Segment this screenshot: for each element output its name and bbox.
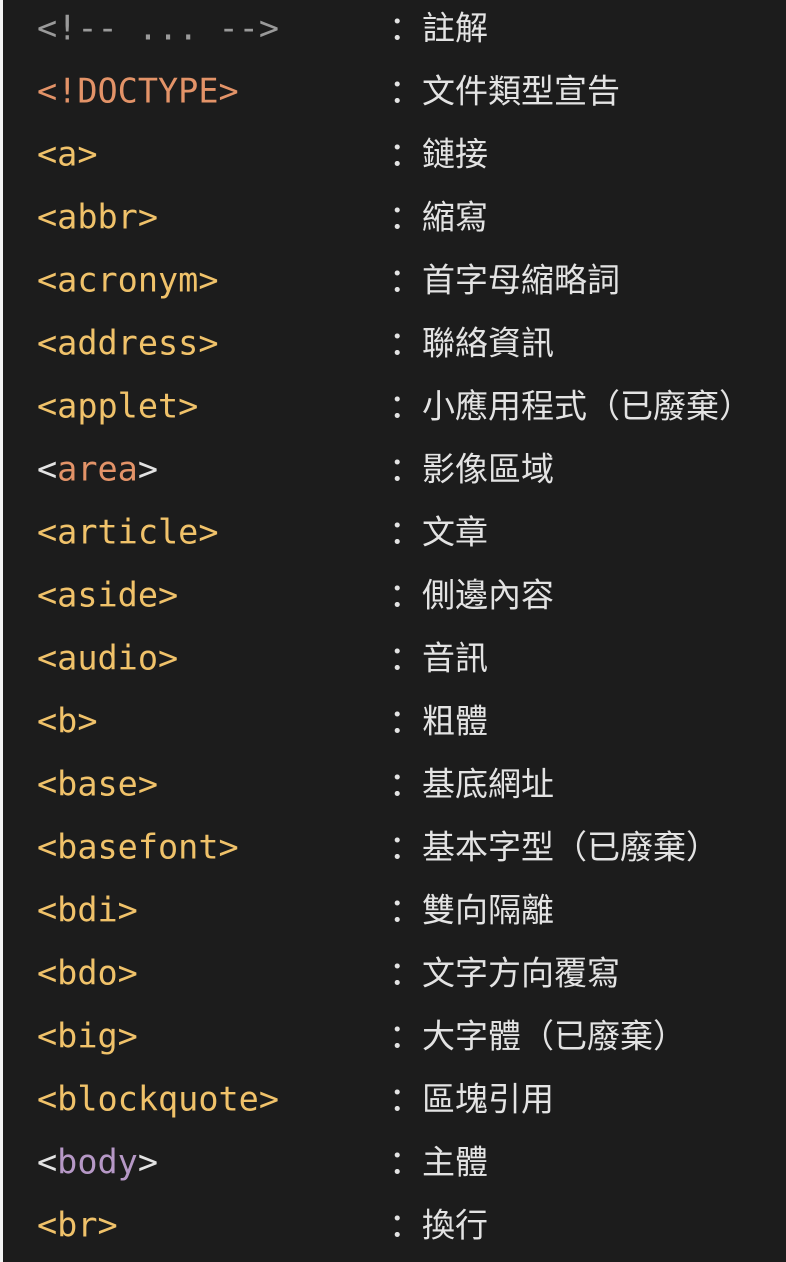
description: ：主體 bbox=[389, 1142, 488, 1181]
tag-body: <body> bbox=[37, 1145, 158, 1179]
list-item-base: <base> ：基底網址 bbox=[3, 752, 786, 815]
tag-area: <area> bbox=[37, 452, 158, 486]
description: ：聯絡資訊 bbox=[389, 323, 554, 362]
list-item-abbr: <abbr> ：縮寫 bbox=[3, 185, 786, 248]
description: ：影像區域 bbox=[389, 449, 554, 488]
list-item-article: <article> ：文章 bbox=[3, 500, 786, 563]
tag-a: <a> bbox=[37, 133, 98, 173]
tag-br: <br> bbox=[37, 1204, 118, 1244]
description: ：文章 bbox=[389, 512, 488, 551]
list-item-applet: <applet> ：小應用程式（已廢棄） bbox=[3, 374, 786, 437]
list-item-bdo: <bdo> ：文字方向覆寫 bbox=[3, 941, 786, 1004]
description: ：換行 bbox=[389, 1205, 488, 1244]
tag-article: <article> bbox=[37, 511, 219, 551]
tag-abbr: <abbr> bbox=[37, 196, 159, 236]
list-item-comment: <!-- ... --> ：註解 bbox=[3, 0, 786, 59]
tag-applet: <applet> bbox=[37, 385, 199, 425]
list-item-acronym: <acronym> ：首字母縮略詞 bbox=[3, 248, 786, 311]
list-item-doctype: <!DOCTYPE> ：文件類型宣告 bbox=[3, 59, 786, 122]
description: ：基本字型（已廢棄） bbox=[389, 827, 719, 866]
description: ：首字母縮略詞 bbox=[389, 260, 620, 299]
description: ：鏈接 bbox=[389, 134, 488, 173]
tag-aside: <aside> bbox=[37, 574, 179, 614]
list-item-blockquote: <blockquote> ：區塊引用 bbox=[3, 1067, 786, 1130]
description: ：基底網址 bbox=[389, 764, 554, 803]
tag-bdo: <bdo> bbox=[37, 952, 138, 992]
tag-big: <big> bbox=[37, 1015, 138, 1055]
list-item-aside: <aside> ：側邊內容 bbox=[3, 563, 786, 626]
list-item-basefont: <basefont> ：基本字型（已廢棄） bbox=[3, 815, 786, 878]
tag-bracket-close: > bbox=[137, 1141, 159, 1181]
tag-name: body bbox=[57, 1141, 138, 1181]
description: ：側邊內容 bbox=[389, 575, 554, 614]
tag-blockquote: <blockquote> bbox=[37, 1078, 280, 1118]
code-listing: <!-- ... --> ：註解 <!DOCTYPE> ：文件類型宣告 <a> … bbox=[3, 0, 786, 1262]
description: ：註解 bbox=[389, 8, 488, 47]
tag-audio: <audio> bbox=[37, 637, 179, 677]
list-item-b: <b> ：粗體 bbox=[3, 689, 786, 752]
tag-address: <address> bbox=[37, 322, 219, 362]
list-item-a: <a> ：鏈接 bbox=[3, 122, 786, 185]
tag-bracket-open: < bbox=[37, 448, 58, 488]
description: ：雙向隔離 bbox=[389, 890, 554, 929]
list-item-bdi: <bdi> ：雙向隔離 bbox=[3, 878, 786, 941]
tag-b: <b> bbox=[37, 700, 98, 740]
list-item-audio: <audio> ：音訊 bbox=[3, 626, 786, 689]
tag-doctype: <!DOCTYPE> bbox=[37, 70, 239, 110]
tag-basefont: <basefont> bbox=[37, 826, 239, 866]
tag-bdi: <bdi> bbox=[37, 889, 138, 929]
tag-base: <base> bbox=[37, 763, 159, 803]
description: ：小應用程式（已廢棄） bbox=[389, 386, 752, 425]
tag-bracket-close: > bbox=[137, 448, 159, 488]
description: ：大字體（已廢棄） bbox=[389, 1016, 686, 1055]
description: ：音訊 bbox=[389, 638, 488, 677]
description: ：縮寫 bbox=[389, 197, 488, 236]
tag-name: area bbox=[57, 448, 138, 488]
tag-acronym: <acronym> bbox=[37, 259, 219, 299]
tag-comment: <!-- ... --> bbox=[37, 7, 280, 47]
description: ：區塊引用 bbox=[389, 1079, 554, 1118]
list-item-br: <br> ：換行 bbox=[3, 1193, 786, 1256]
list-item-body: <body> ：主體 bbox=[3, 1130, 786, 1193]
description: ：文字方向覆寫 bbox=[389, 953, 620, 992]
description: ：粗體 bbox=[389, 701, 488, 740]
list-item-area: <area> ：影像區域 bbox=[3, 437, 786, 500]
tag-bracket-open: < bbox=[37, 1141, 58, 1181]
description: ：文件類型宣告 bbox=[389, 71, 620, 110]
list-item-big: <big> ：大字體（已廢棄） bbox=[3, 1004, 786, 1067]
list-item-address: <address> ：聯絡資訊 bbox=[3, 311, 786, 374]
